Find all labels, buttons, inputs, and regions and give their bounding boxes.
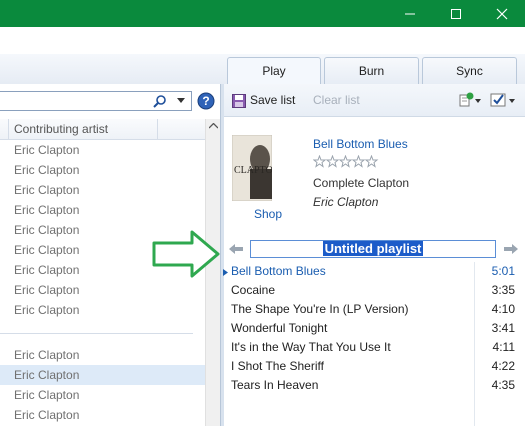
list-item[interactable]: Eric Clapton: [0, 385, 205, 405]
clear-list-button[interactable]: Clear list: [313, 93, 360, 107]
table-row[interactable]: Tears In Heaven 4:35: [224, 376, 525, 395]
maximize-icon: [451, 9, 461, 19]
table-row[interactable]: It's in the Way That You Use It 4:11: [224, 338, 525, 357]
green-arrow-icon: [152, 230, 220, 278]
close-icon: [496, 8, 508, 20]
scroll-up-icon[interactable]: [209, 123, 218, 129]
tab-sync[interactable]: Sync: [422, 57, 517, 84]
tab-burn[interactable]: Burn: [324, 57, 419, 84]
album-art[interactable]: CLAPTON: [232, 135, 272, 201]
list-item[interactable]: Eric Clapton: [0, 345, 205, 365]
svg-text:?: ?: [202, 94, 209, 108]
list-item-selected[interactable]: Eric Clapton: [0, 365, 205, 385]
album-name: Complete Clapton: [313, 176, 410, 190]
table-row[interactable]: The Shape You're In (LP Version) 4:10: [224, 300, 525, 319]
album-artist: Eric Clapton: [313, 195, 379, 209]
minimize-button[interactable]: [387, 0, 433, 27]
help-icon[interactable]: ?: [197, 92, 215, 110]
shop-link[interactable]: Shop: [254, 207, 282, 221]
save-list-button[interactable]: Save list: [250, 93, 295, 107]
list-options-icon[interactable]: [458, 92, 484, 108]
list-item[interactable]: Eric Clapton: [0, 200, 205, 220]
now-playing-title[interactable]: Bell Bottom Blues: [313, 137, 408, 151]
now-playing-indicator-icon: [223, 269, 228, 276]
next-list-icon[interactable]: [504, 244, 518, 254]
list-item[interactable]: Eric Clapton: [0, 280, 205, 300]
maximize-button[interactable]: [433, 0, 479, 27]
table-row[interactable]: Cocaine 3:35: [224, 281, 525, 300]
track-divider: [474, 262, 476, 426]
search-icon[interactable]: [153, 94, 167, 108]
group-divider: [0, 333, 193, 334]
column-header-contributing-artist[interactable]: Contributing artist: [14, 122, 108, 136]
table-row[interactable]: Wonderful Tonight 3:41: [224, 319, 525, 338]
list-pane-toolbar: Save list Clear list: [224, 84, 525, 117]
tab-strip: Play Burn Sync: [0, 54, 525, 85]
list-item[interactable]: Eric Clapton: [0, 140, 205, 160]
list-item[interactable]: Eric Clapton: [0, 180, 205, 200]
previous-list-icon[interactable]: [229, 244, 243, 254]
rating-stars[interactable]: [313, 155, 379, 168]
list-item[interactable]: Eric Clapton: [0, 405, 205, 425]
close-button[interactable]: [479, 0, 525, 27]
playlist-name-field[interactable]: Untitled playlist: [250, 240, 496, 258]
save-icon: [232, 94, 246, 108]
list-item[interactable]: Eric Clapton: [0, 160, 205, 180]
search-input[interactable]: [0, 91, 192, 111]
window-titlebar: [0, 0, 525, 27]
tab-play[interactable]: Play: [227, 57, 321, 85]
list-item[interactable]: Eric Clapton: [0, 300, 205, 320]
table-row[interactable]: Bell Bottom Blues 5:01: [223, 262, 525, 281]
minimize-icon: [405, 13, 415, 15]
check-list-icon[interactable]: [490, 92, 518, 108]
top-toolbar: [0, 27, 525, 55]
svg-text:CLAPTON: CLAPTON: [234, 165, 272, 176]
list-pane: Save list Clear list CLAPTON Shop Bell B…: [223, 84, 525, 426]
chevron-down-icon[interactable]: [177, 98, 185, 104]
table-row[interactable]: I Shot The Sheriff 4:22: [224, 357, 525, 376]
column-header[interactable]: Contributing artist: [0, 119, 205, 140]
